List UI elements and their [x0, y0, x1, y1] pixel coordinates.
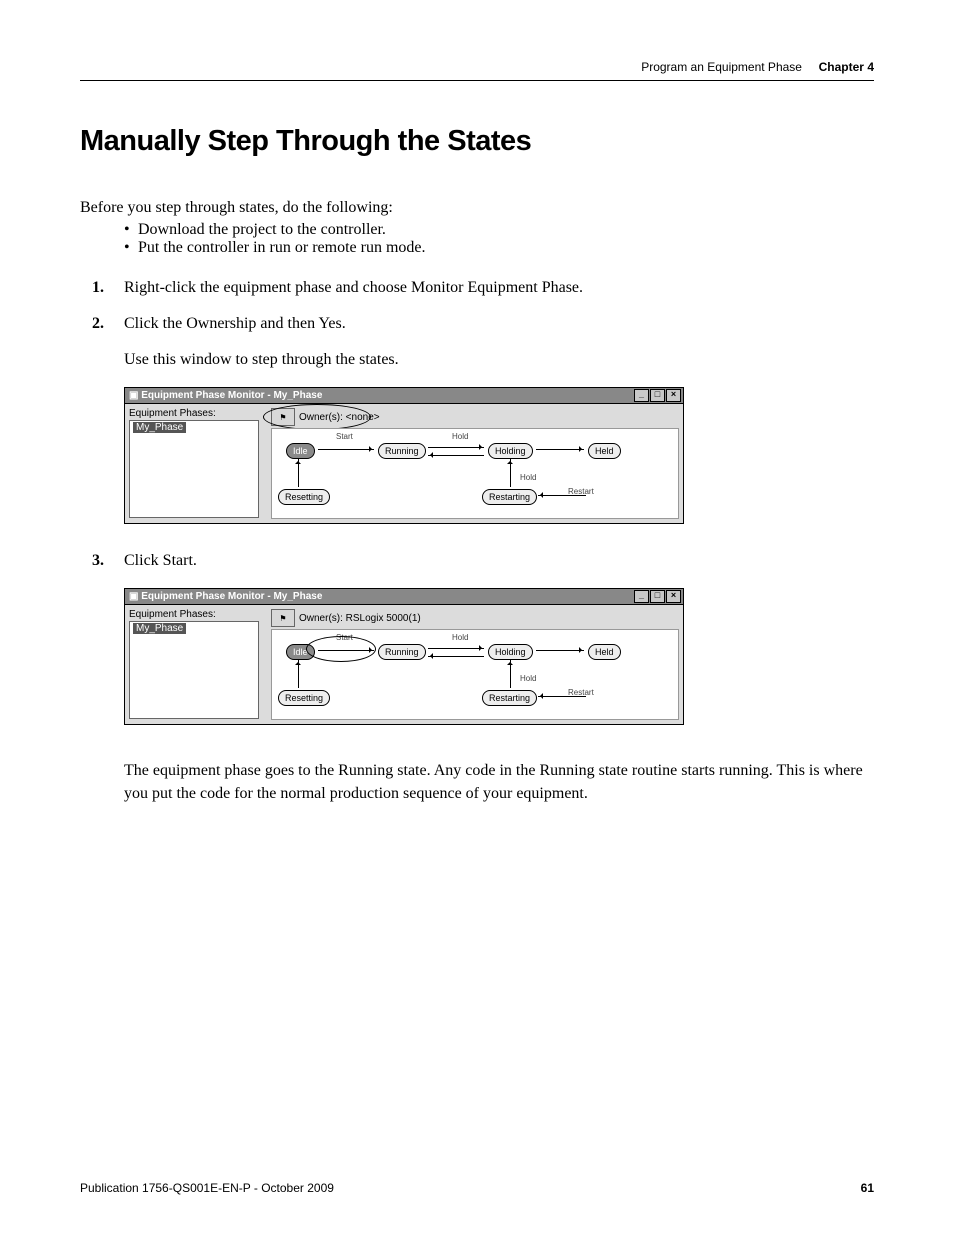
- phase-tree[interactable]: My_Phase: [129, 420, 259, 518]
- ownership-button[interactable]: ⚑: [271, 408, 295, 426]
- state-resetting[interactable]: Resetting: [278, 489, 330, 505]
- step-2: 2. Click the Ownership and then Yes. Use…: [80, 315, 874, 369]
- state-idle[interactable]: Idle: [286, 443, 315, 459]
- state-diagram: Idle Running Holding Held Resetting Rest…: [271, 629, 679, 720]
- label-hold: Hold: [520, 473, 536, 482]
- state-holding[interactable]: Holding: [488, 644, 533, 660]
- window-titlebar: ▣ Equipment Phase Monitor - My_Phase _ □…: [124, 387, 684, 404]
- window-title-text: Equipment Phase Monitor - My_Phase: [141, 591, 322, 602]
- step-text: Right-click the equipment phase and choo…: [124, 279, 583, 296]
- tree-item-selected[interactable]: My_Phase: [133, 623, 186, 634]
- step-text: Click Start.: [124, 552, 197, 569]
- ownership-button[interactable]: ⚑: [271, 609, 295, 627]
- screenshot-window-2: ▣ Equipment Phase Monitor - My_Phase _ □…: [124, 588, 684, 725]
- window-titlebar: ▣ Equipment Phase Monitor - My_Phase _ □…: [124, 588, 684, 605]
- publication-id: Publication 1756-QS001E-EN-P - October 2…: [80, 1181, 334, 1195]
- state-holding[interactable]: Holding: [488, 443, 533, 459]
- step-number: 2.: [92, 315, 104, 333]
- tree-label: Equipment Phases:: [129, 609, 267, 620]
- intro-text: Before you step through states, do the f…: [80, 196, 874, 219]
- maximize-button[interactable]: □: [650, 389, 665, 402]
- label-hold: Hold: [452, 432, 468, 441]
- state-resetting[interactable]: Resetting: [278, 690, 330, 706]
- bullet-item: Download the project to the controller.: [138, 221, 874, 239]
- screenshot-window-1: ▣ Equipment Phase Monitor - My_Phase _ □…: [124, 387, 684, 524]
- minimize-button[interactable]: _: [634, 389, 649, 402]
- close-button[interactable]: ×: [666, 590, 681, 603]
- state-restarting[interactable]: Restarting: [482, 690, 537, 706]
- state-held[interactable]: Held: [588, 443, 621, 459]
- label-hold: Hold: [452, 633, 468, 642]
- label-start: Start: [336, 633, 353, 642]
- step-3: 3. Click Start.: [80, 552, 874, 570]
- step-subtext: Use this window to step through the stat…: [124, 351, 874, 369]
- header-chapter: Chapter 4: [819, 60, 874, 74]
- state-restarting[interactable]: Restarting: [482, 489, 537, 505]
- state-running[interactable]: Running: [378, 644, 426, 660]
- step-1: 1. Right-click the equipment phase and c…: [80, 279, 874, 297]
- state-running[interactable]: Running: [378, 443, 426, 459]
- maximize-button[interactable]: □: [650, 590, 665, 603]
- owner-label: Owner(s): RSLogix 5000(1): [299, 613, 421, 624]
- state-diagram: Idle Running Holding Held Resetting Rest…: [271, 428, 679, 519]
- tree-label: Equipment Phases:: [129, 408, 267, 419]
- label-hold: Hold: [520, 674, 536, 683]
- step-number: 3.: [92, 552, 104, 570]
- step-number: 1.: [92, 279, 104, 297]
- header-section: Program an Equipment Phase: [641, 60, 802, 74]
- closing-paragraph: The equipment phase goes to the Running …: [124, 759, 874, 805]
- page-number: 61: [861, 1181, 874, 1195]
- page-header: Program an Equipment Phase Chapter 4: [80, 60, 874, 81]
- window-app-icon: ▣: [129, 390, 138, 401]
- close-button[interactable]: ×: [666, 389, 681, 402]
- window-app-icon: ▣: [129, 591, 138, 602]
- minimize-button[interactable]: _: [634, 590, 649, 603]
- section-title: Manually Step Through the States: [80, 125, 874, 158]
- tree-item-selected[interactable]: My_Phase: [133, 422, 186, 433]
- window-title-text: Equipment Phase Monitor - My_Phase: [141, 390, 322, 401]
- owner-label: Owner(s): <none>: [299, 412, 380, 423]
- state-held[interactable]: Held: [588, 644, 621, 660]
- phase-tree[interactable]: My_Phase: [129, 621, 259, 719]
- intro-bullets: Download the project to the controller. …: [80, 221, 874, 257]
- label-start: Start: [336, 432, 353, 441]
- page-footer: Publication 1756-QS001E-EN-P - October 2…: [80, 1181, 874, 1195]
- bullet-item: Put the controller in run or remote run …: [138, 239, 874, 257]
- state-idle[interactable]: Idle: [286, 644, 315, 660]
- step-text: Click the Ownership and then Yes.: [124, 315, 346, 332]
